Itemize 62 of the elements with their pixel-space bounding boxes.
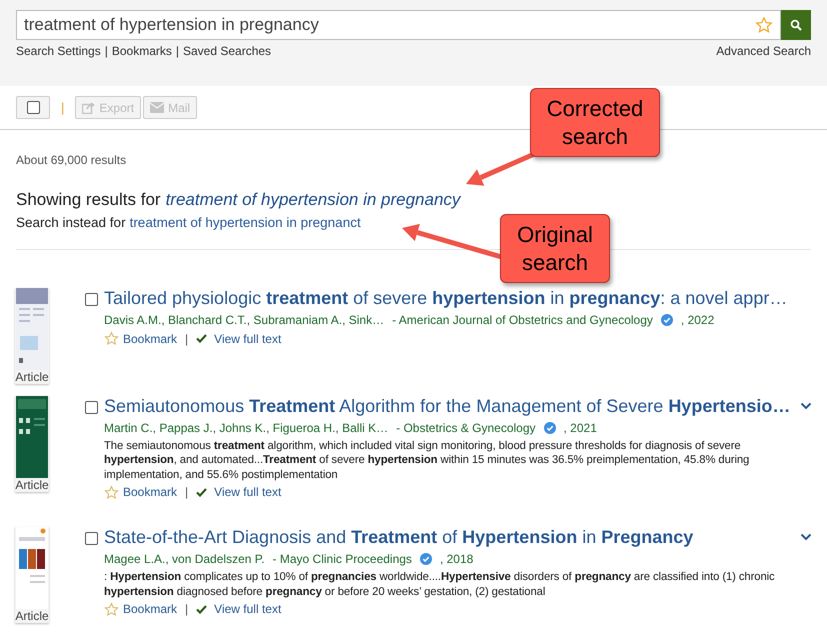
publication-year: , 2018 xyxy=(440,551,474,568)
full-text-link[interactable]: View full text xyxy=(196,330,282,348)
bookmark-link[interactable]: Bookmark xyxy=(104,600,178,618)
checkmark-icon xyxy=(196,604,208,614)
envelope-icon xyxy=(150,102,164,113)
result-snippet: The semiautonomous treatment algorithm, which included vital sign monitoring, blood pressure thresholds for diagnosis of severe hypertension, and automated...Treatment of severe hypertension within 15 minutes was 36.5% preimplementation, 45.8% during implementation, and 55.6% postimplementation xyxy=(103,438,750,482)
verified-icon xyxy=(544,422,556,434)
star-icon[interactable] xyxy=(755,16,773,34)
journal-name: - Obstetrics & Gynecology xyxy=(396,420,536,437)
result-title-link[interactable]: Semiautonomous Treatment Algorithm for the Management of Severe Hypertensio… xyxy=(104,396,800,416)
verified-icon xyxy=(660,314,673,326)
author-list: Magee L.A., von Dadelszen P. xyxy=(104,550,265,568)
result-title-link[interactable]: State-of-the-Art Diagnosis and Treatment of Hypertension in Pregnancy xyxy=(104,527,800,548)
callout-label: Original search xyxy=(500,214,610,283)
chevron-down-icon[interactable] xyxy=(800,533,812,542)
advanced-search-link[interactable]: Advanced Search xyxy=(716,42,811,60)
search-field[interactable]: treatment of hypertension in pregnancy xyxy=(16,10,781,40)
author-list: Davis A.M., Blanchard C.T., Subramaniam A., Sink… xyxy=(104,310,384,329)
result-snippet: : Hypertension complicates up to 10% of pregnancies worldwide....Hypertensive disorders of pregnancy are classified into (1) chronic hypertension diagnosed before pregnancy or before 20 weeks’ gestation, (2) gestational xyxy=(103,570,776,600)
share-icon xyxy=(82,102,96,114)
checkmark-icon xyxy=(196,488,208,497)
verified-icon xyxy=(420,553,432,566)
separator: | xyxy=(185,330,188,348)
bookmark-link[interactable]: Bookmark xyxy=(104,483,178,502)
nav-link[interactable]: Saved Searches xyxy=(183,42,272,60)
result-count: About 69,000 results xyxy=(16,152,128,169)
journal-name: - American Journal of Obstetrics and Gynecology xyxy=(392,312,653,329)
format-label: Article xyxy=(15,370,49,384)
select-all-button[interactable] xyxy=(16,96,50,119)
star-icon xyxy=(104,602,119,617)
full-text-link[interactable]: View full text xyxy=(196,600,282,618)
corrected-query-link[interactable]: treatment of hypertension in pregnancy xyxy=(166,187,460,212)
checkbox[interactable] xyxy=(85,400,98,414)
callout-label: Corrected search xyxy=(530,88,660,157)
publication-year: , 2022 xyxy=(680,312,714,329)
label: Search instead for xyxy=(16,214,126,232)
journal-name: - Mayo Clinic Proceedings xyxy=(272,551,412,568)
full-text-link[interactable]: View full text xyxy=(196,483,282,502)
checkmark-icon xyxy=(196,334,208,344)
bookmark-link[interactable]: Bookmark xyxy=(104,330,178,348)
chevron-down-icon[interactable] xyxy=(800,402,812,410)
label: Showing results for xyxy=(16,189,161,211)
star-icon xyxy=(104,331,119,346)
separator: | xyxy=(176,43,179,60)
publication-year: , 2021 xyxy=(564,420,597,437)
nav-link[interactable]: Search Settings xyxy=(16,42,101,60)
separator: | xyxy=(104,43,108,60)
format-label: Article xyxy=(15,609,49,624)
nav-link[interactable]: Bookmarks xyxy=(112,42,172,60)
star-icon xyxy=(104,484,119,500)
checkbox[interactable] xyxy=(85,532,98,546)
separator: | xyxy=(185,601,188,618)
separator: | xyxy=(61,98,64,117)
original-query-link[interactable]: treatment of hypertension in pregnanct xyxy=(130,212,361,233)
format-label: Article xyxy=(15,478,49,492)
separator: | xyxy=(185,484,188,502)
result-title-link[interactable]: Tailored physiologic treatment of severe hypertension in pregnancy: a novel appr… xyxy=(104,288,812,308)
author-list: Martin C., Pappas J., Johns K., Figueroa H., Balli K… xyxy=(104,418,388,437)
checkbox[interactable] xyxy=(26,101,40,114)
checkbox[interactable] xyxy=(85,292,98,306)
search-icon xyxy=(790,19,802,31)
search-button[interactable] xyxy=(781,10,811,40)
